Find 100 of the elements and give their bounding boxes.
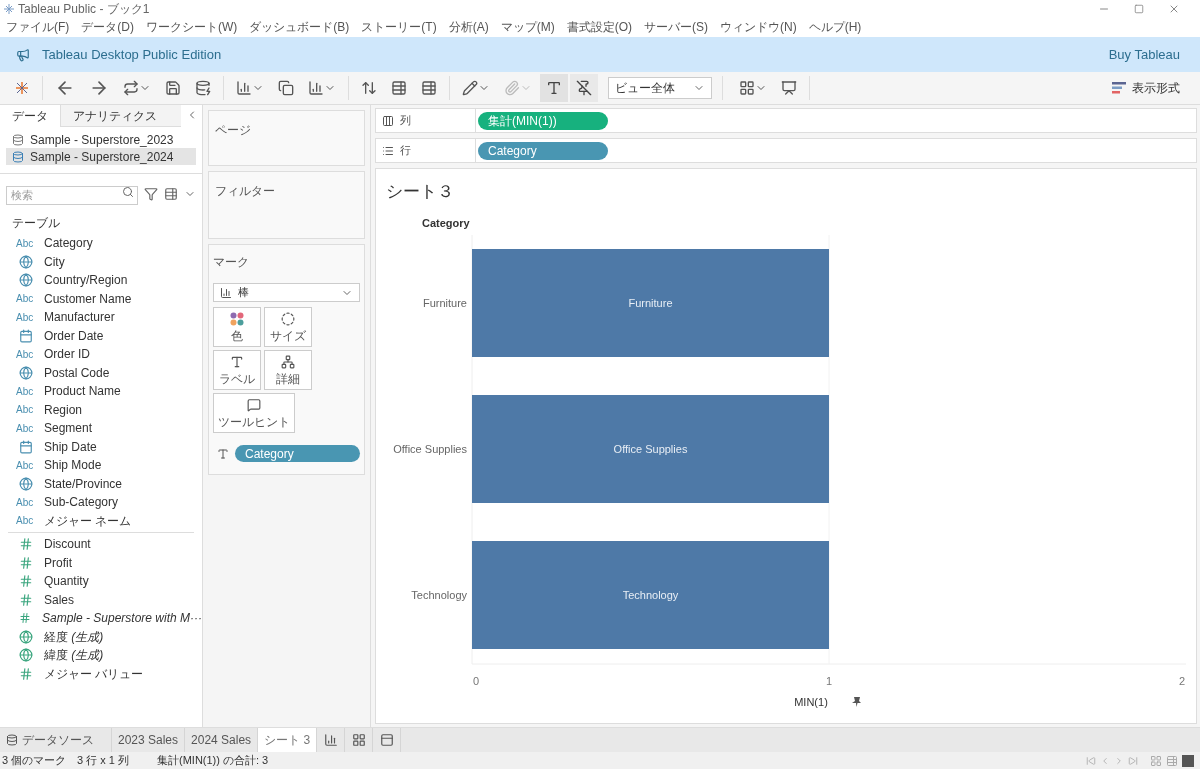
field-item[interactable]: City: [0, 252, 202, 271]
field-item[interactable]: Abc Customer Name: [0, 289, 202, 308]
tick-label: 2: [1178, 674, 1186, 687]
axis-label: Office Supplies: [393, 442, 467, 455]
globe-icon: [19, 273, 33, 288]
field-item[interactable]: 緯度 (生成): [0, 646, 202, 665]
calendar-icon: [19, 439, 33, 454]
megaphone-icon: [16, 47, 30, 62]
axis-label: Technology: [411, 588, 467, 601]
size-icon: [281, 311, 295, 326]
globe-icon: [19, 365, 33, 380]
menu-item[interactable]: 書式設定(O): [566, 20, 632, 34]
abc-type-label: Abc: [16, 514, 35, 529]
menu-item[interactable]: ワークシート(W): [146, 20, 238, 34]
tick-label: 0: [472, 674, 480, 687]
pin-icon[interactable]: [852, 696, 861, 707]
abc-type-label: Abc: [16, 458, 35, 473]
field-item[interactable]: Abc Category: [0, 234, 202, 253]
field-item[interactable]: Discount: [0, 535, 202, 554]
abc-type-label: Abc: [16, 421, 35, 436]
abc-type-label: Abc: [16, 292, 35, 307]
abc-type-label: Abc: [16, 384, 35, 399]
mark-property-button[interactable]: 詳細: [264, 350, 312, 390]
panel-tab[interactable]: アナリティクス: [61, 105, 181, 127]
mark-property-button[interactable]: ラベル: [213, 350, 261, 390]
search-field[interactable]: 検索: [6, 185, 138, 205]
globe-icon: [19, 648, 33, 663]
filmstrip-view-icon[interactable]: [1182, 754, 1194, 767]
menu-item[interactable]: マップ(M): [500, 20, 555, 34]
view-options-icon[interactable]: [164, 187, 178, 201]
field-item[interactable]: メジャー バリュー: [0, 664, 202, 683]
field-item[interactable]: Abc Sub-Category: [0, 493, 202, 512]
menu-item[interactable]: 分析(A): [448, 20, 489, 34]
mark-property-button[interactable]: ツールヒント: [213, 393, 295, 433]
calendar-icon: [19, 328, 33, 343]
menu-item[interactable]: データ(D): [81, 20, 134, 34]
detail-icon: [281, 354, 295, 369]
axis-title: MIN(1): [794, 695, 828, 708]
label-icon: [230, 354, 244, 369]
field-item[interactable]: Ship Date: [0, 437, 202, 456]
hash-icon: [19, 592, 33, 607]
field-item[interactable]: Abc Order ID: [0, 345, 202, 364]
mark-property-button[interactable]: サイズ: [264, 307, 312, 347]
color-dots-icon: [230, 311, 244, 326]
menu-item[interactable]: ストーリー(T): [361, 20, 437, 34]
menu-item[interactable]: ウィンドウ(N): [720, 20, 797, 34]
sheet-title: シート３: [385, 181, 455, 203]
fit-dropdown[interactable]: ビュー全体: [608, 77, 712, 99]
menu-item[interactable]: ダッシュボード(B): [249, 20, 350, 34]
bar-label: Furniture: [628, 296, 673, 309]
unpin-icon[interactable]: [570, 74, 598, 102]
section-heading: テーブル: [11, 215, 61, 232]
field-item[interactable]: Country/Region: [0, 271, 202, 290]
banner-title: Tableau Desktop Public Edition: [42, 45, 222, 64]
card-title: フィルター: [215, 184, 275, 198]
database-icon: [6, 734, 18, 746]
label-icon: [217, 447, 229, 460]
field-item[interactable]: Abc Ship Mode: [0, 456, 202, 475]
bar-label: Technology: [622, 588, 679, 601]
globe-icon: [19, 476, 33, 491]
status-text: 集計(MIN(1)) の合計: 3: [157, 753, 269, 769]
show-me-button[interactable]: 表示形式: [1112, 79, 1192, 97]
tick-label: 1: [825, 674, 833, 687]
bar-chart-icon: [220, 286, 232, 299]
buy-link[interactable]: Buy Tableau: [1108, 44, 1184, 65]
rows-icon: [382, 144, 394, 157]
menu-item[interactable]: サーバー(S): [644, 20, 708, 34]
search-icon: [122, 186, 134, 198]
field-item[interactable]: Abc メジャー ネーム: [0, 511, 202, 530]
field-item[interactable]: Sample - Superstore with M···: [0, 609, 202, 628]
card-title: ページ: [215, 123, 251, 137]
field-item[interactable]: Postal Code: [0, 363, 202, 382]
app-logo-icon: [4, 3, 14, 14]
menu-item[interactable]: ファイル(F): [6, 20, 70, 34]
mark-type-dropdown[interactable]: 棒: [213, 283, 360, 302]
show-labels-icon[interactable]: [540, 74, 568, 102]
filter-icon[interactable]: [144, 187, 158, 201]
bar-label: Office Supplies: [613, 442, 688, 455]
sheet-tab[interactable]: シート 3: [258, 728, 318, 752]
field-item[interactable]: Abc Segment: [0, 419, 202, 438]
field-item[interactable]: Abc Region: [0, 400, 202, 419]
field-item[interactable]: Abc Product Name: [0, 382, 202, 401]
hash-icon: [19, 555, 33, 570]
globe-icon: [19, 629, 33, 644]
field-item[interactable]: Order Date: [0, 326, 202, 345]
field-item[interactable]: Quantity: [0, 572, 202, 591]
status-text: 3 行 x 1 列: [77, 753, 130, 769]
field-item[interactable]: State/Province: [0, 474, 202, 493]
data-source-item[interactable]: Sample - Superstore_2023: [6, 131, 196, 148]
field-item[interactable]: Profit: [0, 553, 202, 572]
data-source-item[interactable]: Sample - Superstore_2024: [6, 148, 196, 165]
mark-property-button[interactable]: 色: [213, 307, 261, 347]
field-item[interactable]: Sales: [0, 590, 202, 609]
shelf-label: 列: [400, 113, 411, 129]
status-text: 3 個のマーク: [2, 753, 68, 769]
restore-icon[interactable]: [1134, 3, 1144, 14]
field-item[interactable]: 経度 (生成): [0, 627, 202, 646]
field-item[interactable]: Abc Manufacturer: [0, 308, 202, 327]
tooltip-icon: [247, 397, 261, 412]
menu-item[interactable]: ヘルプ(H): [808, 20, 862, 34]
